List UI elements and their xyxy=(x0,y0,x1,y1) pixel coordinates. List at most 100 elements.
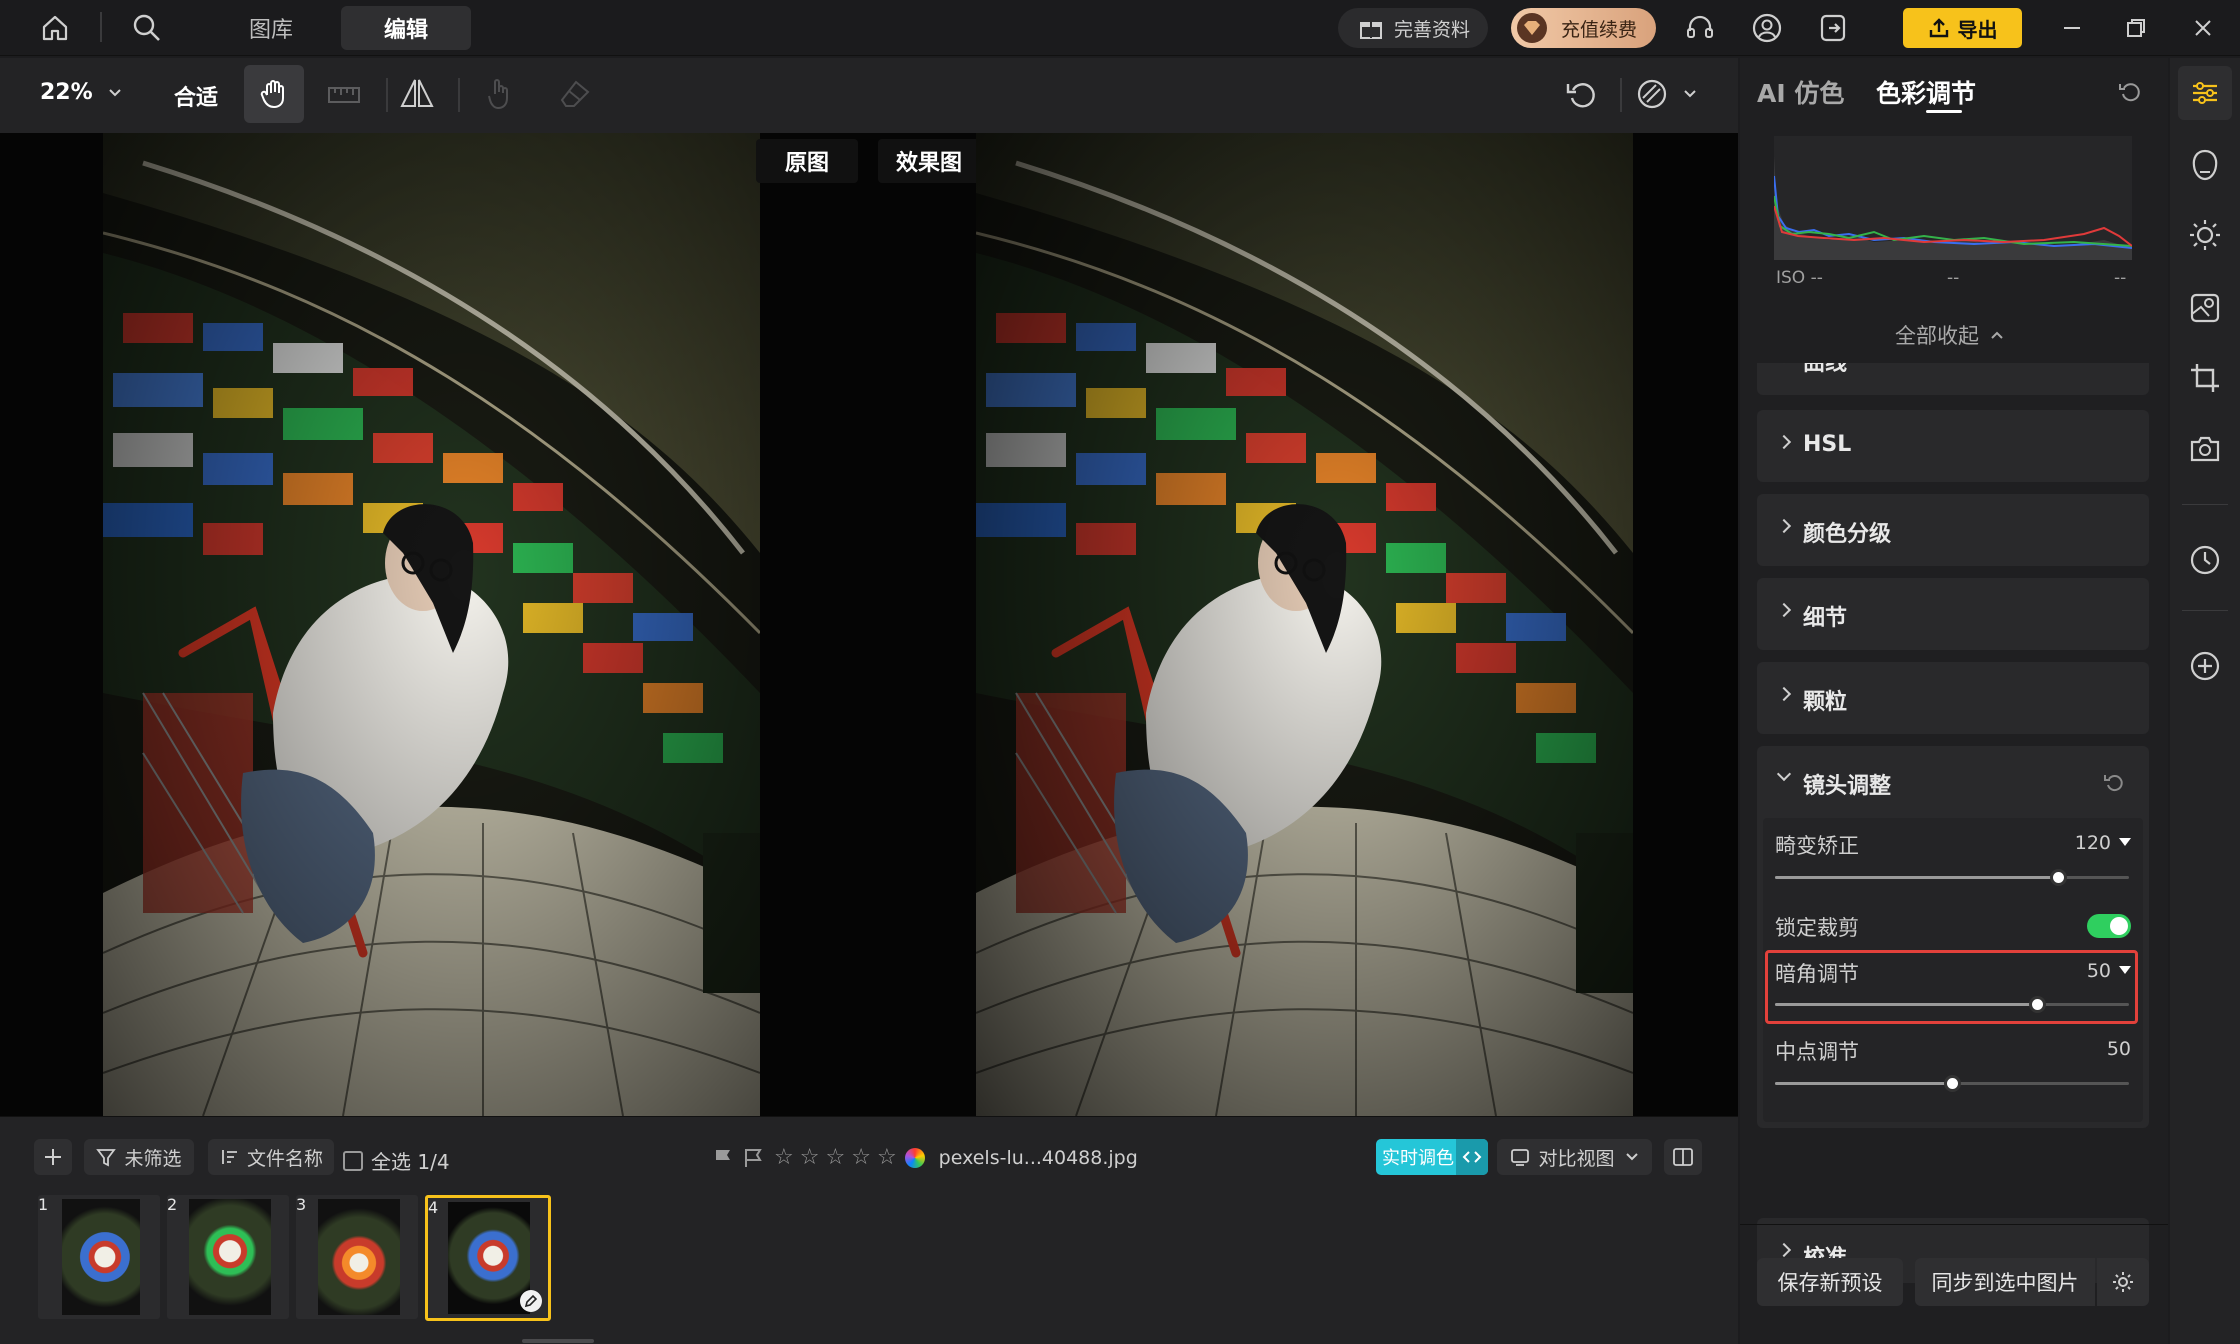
recharge-button[interactable]: 充值续费 xyxy=(1511,8,1656,48)
caret-down-icon[interactable] xyxy=(2119,838,2131,846)
section-grading-label: 颜色分级 xyxy=(1803,522,1892,547)
midpoint-slider-handle[interactable] xyxy=(1944,1075,1961,1092)
filmstrip-scrollbar[interactable] xyxy=(522,1339,594,1343)
sort-icon xyxy=(222,1150,237,1164)
section-grain[interactable]: 颗粒 xyxy=(1757,662,2149,734)
export-button[interactable]: 导出 xyxy=(1903,8,2022,48)
flag-icon[interactable] xyxy=(712,1147,734,1169)
sync-settings-button[interactable] xyxy=(2097,1258,2149,1306)
sort-button[interactable]: 文件名称 xyxy=(208,1139,334,1175)
crop-icon[interactable] xyxy=(2189,362,2221,394)
thumbnail[interactable]: 2 xyxy=(167,1195,289,1319)
tab-library-label: 图库 xyxy=(248,18,293,43)
live-color-label: 实时调色 xyxy=(1382,1148,1454,1169)
home-icon[interactable] xyxy=(35,8,75,48)
thumbnail[interactable]: 1 xyxy=(38,1195,160,1319)
collapse-all-button[interactable]: 全部收起 xyxy=(1895,320,2005,350)
image-adjust-icon[interactable] xyxy=(2189,292,2221,324)
star-icon[interactable]: ☆ xyxy=(825,1145,845,1170)
reset-icon[interactable] xyxy=(2103,770,2127,794)
add-button[interactable] xyxy=(34,1139,72,1175)
flip-icon[interactable] xyxy=(398,76,436,112)
restore-icon[interactable] xyxy=(2116,8,2156,48)
save-preset-label: 保存新预设 xyxy=(1777,1271,1883,1295)
star-icon[interactable]: ☆ xyxy=(774,1145,794,1170)
original-label-text: 原图 xyxy=(784,151,829,176)
ruler-icon[interactable] xyxy=(326,78,362,112)
star-icon[interactable]: ☆ xyxy=(800,1145,820,1170)
tab-library[interactable]: 图库 xyxy=(225,6,317,50)
section-curves[interactable]: 曲线 xyxy=(1757,363,2149,395)
sync-selected-button[interactable]: 同步到选中图片 xyxy=(1915,1258,2095,1306)
thumbnail-image xyxy=(448,1202,530,1314)
star-icon[interactable]: ☆ xyxy=(877,1145,897,1170)
face-icon[interactable] xyxy=(2190,148,2220,182)
distortion-slider[interactable] xyxy=(1775,869,2129,886)
add-circle-icon[interactable] xyxy=(2189,650,2221,682)
select-all-checkbox[interactable]: 全选 1/4 xyxy=(343,1146,450,1175)
sync-selected-label: 同步到选中图片 xyxy=(1931,1271,2079,1295)
divider xyxy=(386,78,388,112)
section-hsl[interactable]: HSL xyxy=(1757,410,2149,482)
section-hsl-label: HSL xyxy=(1803,432,1852,457)
star-icon[interactable]: ☆ xyxy=(851,1145,871,1170)
reject-flag-icon[interactable] xyxy=(742,1147,764,1169)
filter-button[interactable]: 未筛选 xyxy=(84,1139,194,1175)
caret-down-icon[interactable] xyxy=(2119,966,2131,974)
thumbnail-image xyxy=(318,1199,400,1315)
zoom-value: 22% xyxy=(40,80,93,105)
hand-tool-button[interactable] xyxy=(244,65,304,123)
lock-crop-toggle[interactable] xyxy=(2087,914,2131,938)
tab-ai-color[interactable]: AI 仿色 xyxy=(1757,74,1844,110)
user-icon[interactable] xyxy=(1747,8,1787,48)
filter-icon xyxy=(96,1149,117,1167)
camera-icon[interactable] xyxy=(2189,434,2221,464)
effect-image xyxy=(976,133,1633,1116)
close-icon[interactable] xyxy=(2183,8,2223,48)
thumbnail-image xyxy=(189,1199,271,1315)
touch-icon[interactable] xyxy=(484,76,518,112)
thumbnail[interactable]: 3 xyxy=(296,1195,418,1319)
sections-viewport[interactable]: 曲线 HSL 颜色分级 细节 颗粒 镜头调整 畸变矫正 120 锁定裁剪 暗角调… xyxy=(1740,363,2168,1283)
title-bar: 图库 编辑 完善资料 充值续费 导出 xyxy=(0,0,2240,56)
zoom-select[interactable]: 22% xyxy=(40,80,123,105)
color-label-icon[interactable] xyxy=(904,1147,925,1168)
tab-edit[interactable]: 编辑 xyxy=(341,6,471,50)
thumbnail-selected[interactable]: 4 xyxy=(425,1195,551,1321)
recharge-label: 充值续费 xyxy=(1561,18,1638,41)
vignette-value[interactable]: 50 xyxy=(2087,960,2111,982)
headset-icon[interactable] xyxy=(1680,8,1720,48)
vignette-slider[interactable] xyxy=(1775,996,2129,1013)
section-detail[interactable]: 细节 xyxy=(1757,578,2149,650)
eraser-icon[interactable] xyxy=(556,76,592,112)
search-icon[interactable] xyxy=(127,8,167,48)
vignette-slider-fill xyxy=(1775,1003,2037,1006)
section-lens-header[interactable]: 镜头调整 xyxy=(1757,746,2149,818)
complete-info-button[interactable]: 完善资料 xyxy=(1338,8,1488,48)
undo-icon[interactable] xyxy=(1564,76,1600,112)
sun-icon[interactable] xyxy=(2188,218,2222,252)
distortion-slider-handle[interactable] xyxy=(2050,869,2068,886)
chevron-up-icon xyxy=(1991,331,2003,339)
reset-all-icon[interactable] xyxy=(2118,78,2144,104)
minimize-icon[interactable] xyxy=(2052,8,2092,48)
adjust-tool-button[interactable] xyxy=(2178,66,2232,120)
tab-color-adjust[interactable]: 色彩调节 xyxy=(1876,74,1976,110)
split-view-button[interactable] xyxy=(1664,1139,1702,1175)
history-icon[interactable] xyxy=(2189,544,2221,576)
vignette-slider-handle[interactable] xyxy=(2028,996,2046,1013)
save-preset-button[interactable]: 保存新预设 xyxy=(1757,1258,1903,1306)
midpoint-value[interactable]: 50 xyxy=(2107,1038,2131,1060)
fit-button[interactable]: 合适 xyxy=(174,80,218,112)
active-tab-indicator xyxy=(1926,110,1962,113)
midpoint-slider[interactable] xyxy=(1775,1075,2129,1092)
live-color-toggle[interactable]: 实时调色 xyxy=(1376,1139,1488,1175)
logout-icon[interactable] xyxy=(1813,8,1853,48)
compare-view-select[interactable]: 对比视图 xyxy=(1497,1139,1652,1175)
overlay-mode-icon[interactable] xyxy=(1634,76,1698,112)
distortion-value[interactable]: 120 xyxy=(2075,832,2111,854)
section-color-grading[interactable]: 颜色分级 xyxy=(1757,494,2149,566)
filmstrip-area: 未筛选 文件名称 全选 1/4 ☆ ☆ ☆ ☆ ☆ pexels-lu...40… xyxy=(0,1116,1738,1344)
lock-crop-label: 锁定裁剪 xyxy=(1775,916,1859,940)
image-canvas[interactable]: 原图 效果图 xyxy=(0,133,1738,1116)
